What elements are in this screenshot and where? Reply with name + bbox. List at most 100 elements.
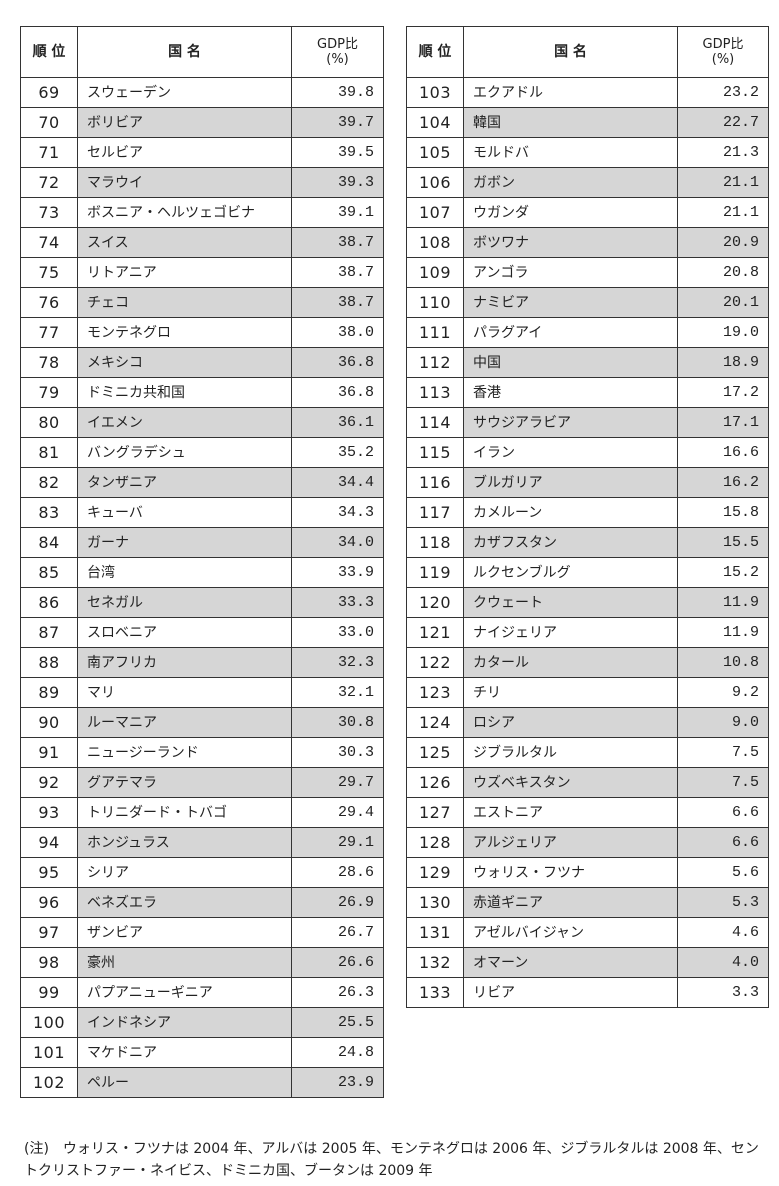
rank-cell: 117 bbox=[406, 497, 464, 528]
name-cell: エストニア bbox=[463, 797, 678, 828]
table-row: 84 ガーナ 34.0 bbox=[20, 527, 384, 558]
table-row: 102 ペルー 23.9 bbox=[20, 1067, 384, 1098]
table-row: 99 パプアニューギニア 26.3 bbox=[20, 977, 384, 1008]
name-cell: チェコ bbox=[77, 287, 292, 318]
country-header: 国 名 bbox=[77, 26, 292, 78]
value-cell: 6.6 bbox=[677, 797, 769, 828]
value-cell: 23.2 bbox=[677, 77, 769, 108]
table-row: 121 ナイジェリア 11.9 bbox=[406, 617, 769, 648]
ranking-table-right: 順 位 国 名 GDP比 (%) 103 エクアドル 23.2 104 韓国 22.7 10… bbox=[406, 26, 769, 1008]
name-cell: メキシコ bbox=[77, 347, 292, 378]
rank-cell: 116 bbox=[406, 467, 464, 498]
gdp-header: GDP比 (%) bbox=[291, 26, 384, 78]
rank-cell: 71 bbox=[20, 137, 78, 168]
rank-cell: 132 bbox=[406, 947, 464, 978]
value-cell: 22.7 bbox=[677, 107, 769, 138]
name-cell: ペルー bbox=[77, 1067, 292, 1098]
table-row: 75 リトアニア 38.7 bbox=[20, 257, 384, 288]
value-cell: 34.3 bbox=[291, 497, 384, 528]
name-cell: クウェート bbox=[463, 587, 678, 618]
rank-cell: 124 bbox=[406, 707, 464, 738]
name-cell: ボスニア・ヘルツェゴビナ bbox=[77, 197, 292, 228]
rank-header: 順 位 bbox=[406, 26, 464, 78]
value-cell: 30.8 bbox=[291, 707, 384, 738]
value-cell: 36.8 bbox=[291, 347, 384, 378]
value-cell: 3.3 bbox=[677, 977, 769, 1008]
value-cell: 5.6 bbox=[677, 857, 769, 888]
table-row: 124 ロシア 9.0 bbox=[406, 707, 769, 738]
value-cell: 26.6 bbox=[291, 947, 384, 978]
name-cell: インドネシア bbox=[77, 1007, 292, 1038]
value-cell: 34.0 bbox=[291, 527, 384, 558]
rank-cell: 102 bbox=[20, 1067, 78, 1098]
name-cell: カメルーン bbox=[463, 497, 678, 528]
name-cell: 香港 bbox=[463, 377, 678, 408]
rank-cell: 129 bbox=[406, 857, 464, 888]
rank-cell: 86 bbox=[20, 587, 78, 618]
table-row: 88 南アフリカ 32.3 bbox=[20, 647, 384, 678]
ranking-table-left: 順 位 国 名 GDP比 (%) 69 スウェーデン 39.8 70 ボリビア 39.7 7… bbox=[20, 26, 384, 1098]
gdp-header-label: GDP比 bbox=[317, 37, 358, 52]
name-cell: キューバ bbox=[77, 497, 292, 528]
rank-cell: 105 bbox=[406, 137, 464, 168]
name-cell: アンゴラ bbox=[463, 257, 678, 288]
value-cell: 21.3 bbox=[677, 137, 769, 168]
rank-cell: 70 bbox=[20, 107, 78, 138]
rank-cell: 103 bbox=[406, 77, 464, 108]
name-cell: モルドバ bbox=[463, 137, 678, 168]
name-cell: ジブラルタル bbox=[463, 737, 678, 768]
value-cell: 29.1 bbox=[291, 827, 384, 858]
table-row: 117 カメルーン 15.8 bbox=[406, 497, 769, 528]
table-row: 71 セルビア 39.5 bbox=[20, 137, 384, 168]
value-cell: 33.9 bbox=[291, 557, 384, 588]
rank-cell: 96 bbox=[20, 887, 78, 918]
table-row: 81 バングラデシュ 35.2 bbox=[20, 437, 384, 468]
name-cell: マラウイ bbox=[77, 167, 292, 198]
rank-cell: 72 bbox=[20, 167, 78, 198]
rank-cell: 128 bbox=[406, 827, 464, 858]
table-row: 77 モンテネグロ 38.0 bbox=[20, 317, 384, 348]
gdp-header: GDP比 (%) bbox=[677, 26, 769, 78]
name-cell: タンザニア bbox=[77, 467, 292, 498]
value-cell: 39.3 bbox=[291, 167, 384, 198]
rank-cell: 118 bbox=[406, 527, 464, 558]
table-row: 115 イラン 16.6 bbox=[406, 437, 769, 468]
value-cell: 38.7 bbox=[291, 287, 384, 318]
value-cell: 39.8 bbox=[291, 77, 384, 108]
name-cell: エクアドル bbox=[463, 77, 678, 108]
value-cell: 19.0 bbox=[677, 317, 769, 348]
value-cell: 26.7 bbox=[291, 917, 384, 948]
footnote: (注) ウォリス・フツナは 2004 年、アルバは 2005 年、モンテネグロは… bbox=[24, 1141, 759, 1179]
rank-cell: 112 bbox=[406, 347, 464, 378]
table-row: 118 カザフスタン 15.5 bbox=[406, 527, 769, 558]
table-row: 103 エクアドル 23.2 bbox=[406, 77, 769, 108]
value-cell: 32.1 bbox=[291, 677, 384, 708]
value-cell: 11.9 bbox=[677, 587, 769, 618]
rank-cell: 111 bbox=[406, 317, 464, 348]
table-row: 114 サウジアラビア 17.1 bbox=[406, 407, 769, 438]
table-row: 109 アンゴラ 20.8 bbox=[406, 257, 769, 288]
rank-cell: 85 bbox=[20, 557, 78, 588]
name-cell: リビア bbox=[463, 977, 678, 1008]
table-row: 85 台湾 33.9 bbox=[20, 557, 384, 588]
table-row: 97 ザンビア 26.7 bbox=[20, 917, 384, 948]
name-cell: ブルガリア bbox=[463, 467, 678, 498]
rank-cell: 88 bbox=[20, 647, 78, 678]
table-row: 96 ベネズエラ 26.9 bbox=[20, 887, 384, 918]
rank-cell: 101 bbox=[20, 1037, 78, 1068]
table-row: 126 ウズベキスタン 7.5 bbox=[406, 767, 769, 798]
table-row: 87 スロベニア 33.0 bbox=[20, 617, 384, 648]
table-row: 116 ブルガリア 16.2 bbox=[406, 467, 769, 498]
value-cell: 20.9 bbox=[677, 227, 769, 258]
name-cell: セネガル bbox=[77, 587, 292, 618]
name-cell: スイス bbox=[77, 227, 292, 258]
name-cell: ボリビア bbox=[77, 107, 292, 138]
table-row: 100 インドネシア 25.5 bbox=[20, 1007, 384, 1038]
rank-cell: 113 bbox=[406, 377, 464, 408]
rank-cell: 106 bbox=[406, 167, 464, 198]
value-cell: 36.8 bbox=[291, 377, 384, 408]
table-row: 132 オマーン 4.0 bbox=[406, 947, 769, 978]
name-cell: スロベニア bbox=[77, 617, 292, 648]
name-cell: ウズベキスタン bbox=[463, 767, 678, 798]
table-row: 120 クウェート 11.9 bbox=[406, 587, 769, 618]
